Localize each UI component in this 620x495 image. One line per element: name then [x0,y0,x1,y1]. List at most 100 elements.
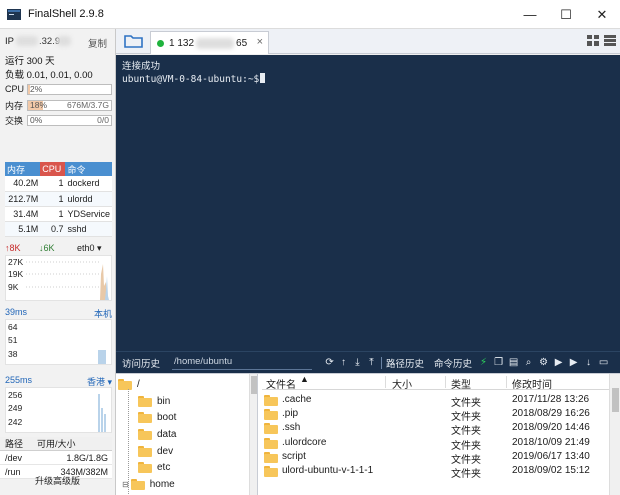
proc-mem: 40.2M [5,176,41,192]
latency-tick-1: 64 [8,322,18,332]
terminal[interactable]: 连接成功 ubuntu@VM-0-84-ubuntu:~$ [116,55,620,351]
list-layout-icon[interactable] [604,35,616,49]
tree-item[interactable]: ⊟ home [122,476,175,492]
folder-icon [264,395,278,406]
folder-icon [118,378,132,390]
net-download: ↓6K [39,243,55,253]
column-divider [506,376,507,388]
path-input[interactable]: /home/ubuntu [172,355,313,370]
latency-tick-3: 38 [8,349,18,359]
table-row[interactable]: 212.7M 1 ulordd [5,191,112,207]
copy-ip-button[interactable]: 复制 [88,36,107,50]
page-icon[interactable]: ▤ [508,357,519,368]
grid-layout-icon[interactable] [587,35,599,49]
col-mtime[interactable]: 修改时间 [512,376,552,391]
file-name: script [282,451,306,462]
minimize-button[interactable]: — [512,0,548,29]
table-row[interactable]: 5.1M 0.7 sshd [5,221,112,237]
col-size[interactable]: 大小 [392,376,412,391]
maximize-button[interactable]: ☐ [548,0,584,29]
play-icon[interactable]: ▶ [553,357,564,368]
terminal-prompt: ubuntu@VM-0-84-ubuntu:~$ [122,74,260,85]
tree-scrollbar[interactable] [249,374,257,495]
tree-item[interactable]: data [138,426,176,442]
disk-usage: 1.8G/1.8G [66,452,108,463]
proc-cpu: 1 [40,206,66,222]
access-history-button[interactable]: 访问历史 [122,356,160,370]
interface-select[interactable]: eth0 ▾ [77,243,102,254]
swap-label: 交换 [5,115,24,126]
latency-tick-2: 51 [8,335,18,345]
disk-header-path: 路径 [5,439,24,449]
search-icon[interactable]: ⌕ [523,357,534,368]
proc-mem: 31.4M [5,206,41,222]
command-history-button[interactable]: 命令历史 [434,356,472,370]
close-window-button[interactable]: ✕ [584,0,620,29]
copy-icon[interactable]: ❐ [493,357,504,368]
ip-row: IP .32.9 复制 [5,36,113,50]
settings-icon[interactable]: ⚙ [538,357,549,368]
path-history-button[interactable]: 路径历史 [386,356,424,370]
upload-icon[interactable]: ⤒ [366,357,377,368]
file-manager: / bin boot data dev etc ⊟ home 文件名 ▲ 大小 类… [116,373,620,495]
folder-icon [130,478,145,490]
latency-graph: 64 51 38 [5,319,112,365]
file-name: .pip [282,408,299,419]
collapse-icon[interactable]: ⊟ [122,480,129,489]
ip-redacted [15,36,38,46]
file-mtime: 2017/11/28 13:26 [512,394,590,405]
list-item[interactable]: .cache 文件夹 2017/11/28 13:26 [262,393,606,409]
net-tick-1: 27K [8,257,24,267]
proc-header-mem[interactable]: 内存 [5,162,41,176]
list-item[interactable]: .ulordcore 文件夹 2018/10/09 21:49 [262,436,606,452]
list-item[interactable]: .pip 文件夹 2018/08/29 16:26 [262,407,606,423]
download-icon[interactable]: ⤓ [352,357,363,368]
file-name: .ulordcore [282,437,327,448]
col-name[interactable]: 文件名 [266,376,296,391]
proc-cmd: sshd [65,221,112,237]
tree-item-label: boot [157,411,177,423]
close-tab-icon[interactable]: × [257,36,263,48]
up-dir-icon[interactable]: ↑ [338,357,349,368]
table-row[interactable]: /dev 1.8G/1.8G [0,451,112,465]
tree-item[interactable]: bin [138,393,170,409]
swap-percent: 0% [30,114,43,125]
file-list-scrollbar[interactable] [609,374,620,495]
col-type[interactable]: 类型 [451,376,471,391]
refresh-icon[interactable]: ⟳ [324,357,335,368]
file-list-header: 文件名 ▲ 大小 类型 修改时间 [262,374,620,391]
file-list-scroll-thumb[interactable] [612,388,619,412]
proc-header-cpu[interactable]: CPU [40,162,66,176]
tree-item[interactable]: etc [138,459,170,475]
tab-bar: 1 132 65 × [116,29,620,54]
tree-scroll-thumb[interactable] [251,376,257,394]
open-folder-icon[interactable] [124,33,144,49]
file-type: 文件夹 [451,469,481,480]
list-item[interactable]: ulord-ubuntu-v-1-1-1 文件夹 2018/09/02 15:1… [262,464,606,480]
session-tab[interactable]: 1 132 65 × [150,31,269,54]
arrow-down-icon[interactable]: ↓ [583,357,594,368]
file-mtime: 2019/06/17 13:40 [512,451,590,462]
load-average: 负载 0.01, 0.01, 0.00 [5,70,93,81]
table-row[interactable]: 31.4M 1 YDService [5,206,112,222]
terminal-cursor [260,73,266,83]
folder-icon [138,428,152,440]
fullscreen-icon[interactable]: ▭ [598,357,609,368]
uptime: 运行 300 天 [5,56,55,67]
folder-icon [264,438,278,449]
proc-header-cmd[interactable]: 命令 [65,162,112,176]
proc-cpu: 1 [40,191,66,207]
tree-item[interactable]: boot [138,409,176,425]
folder-icon [264,452,278,463]
tree-item[interactable]: dev [138,443,173,459]
net-upload: ↑8K [5,243,21,253]
disk-path: /dev [5,452,23,463]
list-item[interactable]: .ssh 文件夹 2018/09/20 14:46 [262,421,606,437]
list-item[interactable]: script 文件夹 2019/06/17 13:40 [262,450,606,466]
lightning-icon[interactable]: ⚡ [478,357,489,368]
table-row[interactable]: 40.2M 1 dockerd [5,176,112,192]
upgrade-button[interactable]: 升级高级版 [0,469,115,491]
file-mtime: 2018/09/20 14:46 [512,422,590,433]
forward-icon[interactable]: ▶ [568,357,579,368]
proc-cmd: dockerd [65,176,112,192]
